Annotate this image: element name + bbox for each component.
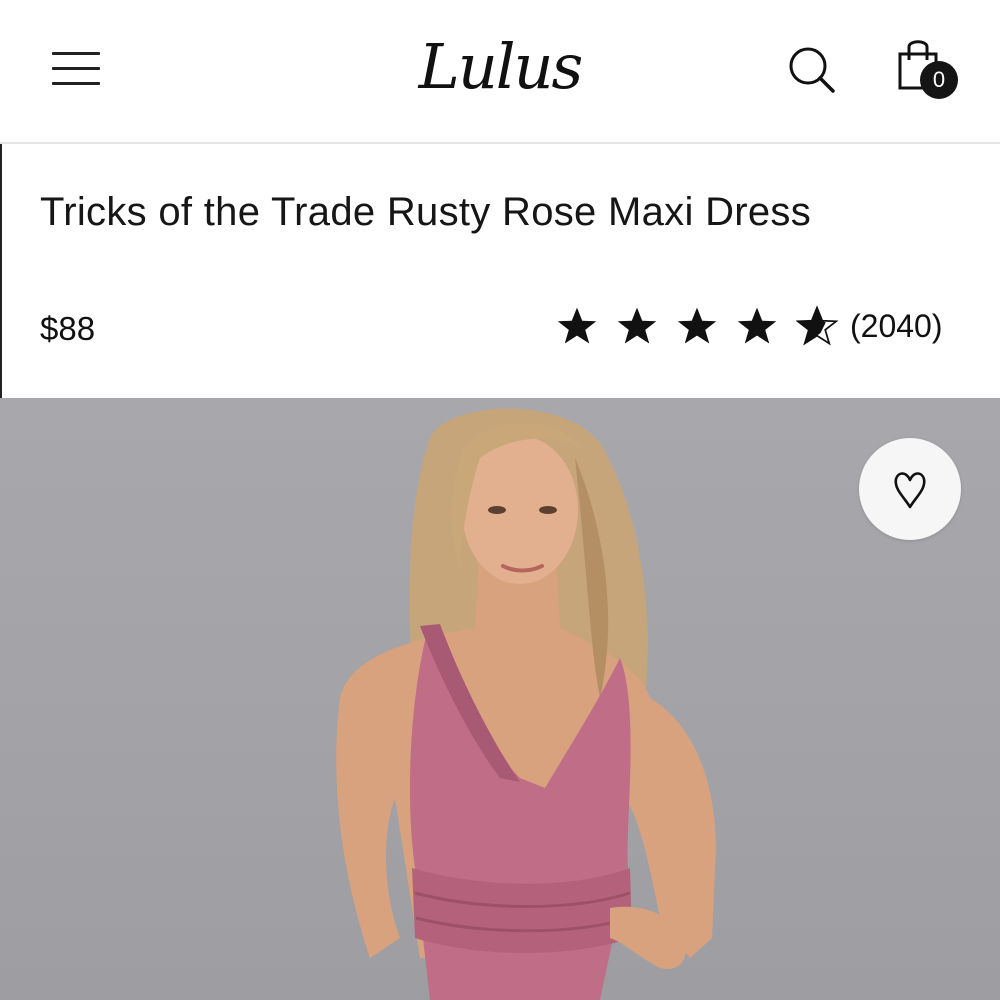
search-icon[interactable] xyxy=(784,42,840,98)
half-star-icon xyxy=(796,305,838,346)
model-illustration xyxy=(336,408,716,1000)
review-count: (2040) xyxy=(850,307,943,344)
wishlist-button[interactable] xyxy=(859,438,961,540)
product-title: Tricks of the Trade Rusty Rose Maxi Dres… xyxy=(40,190,812,234)
heart-icon xyxy=(894,472,926,509)
product-price: $88 xyxy=(40,310,96,347)
site-header: Lulus 0 xyxy=(0,0,1000,144)
bag-count-badge: 0 xyxy=(920,61,958,99)
lulus-logo[interactable]: Lulus xyxy=(400,18,600,114)
product-rating[interactable]: (2040) xyxy=(556,300,943,352)
star-icon xyxy=(557,307,597,344)
hamburger-menu-icon[interactable] xyxy=(52,50,102,88)
star-icon xyxy=(737,307,777,344)
shopping-bag-button[interactable]: 0 xyxy=(890,36,962,102)
star-icon xyxy=(677,307,717,344)
logo-text: Lulus xyxy=(418,29,584,103)
star-icon xyxy=(617,307,657,344)
product-image[interactable] xyxy=(0,398,1000,1000)
